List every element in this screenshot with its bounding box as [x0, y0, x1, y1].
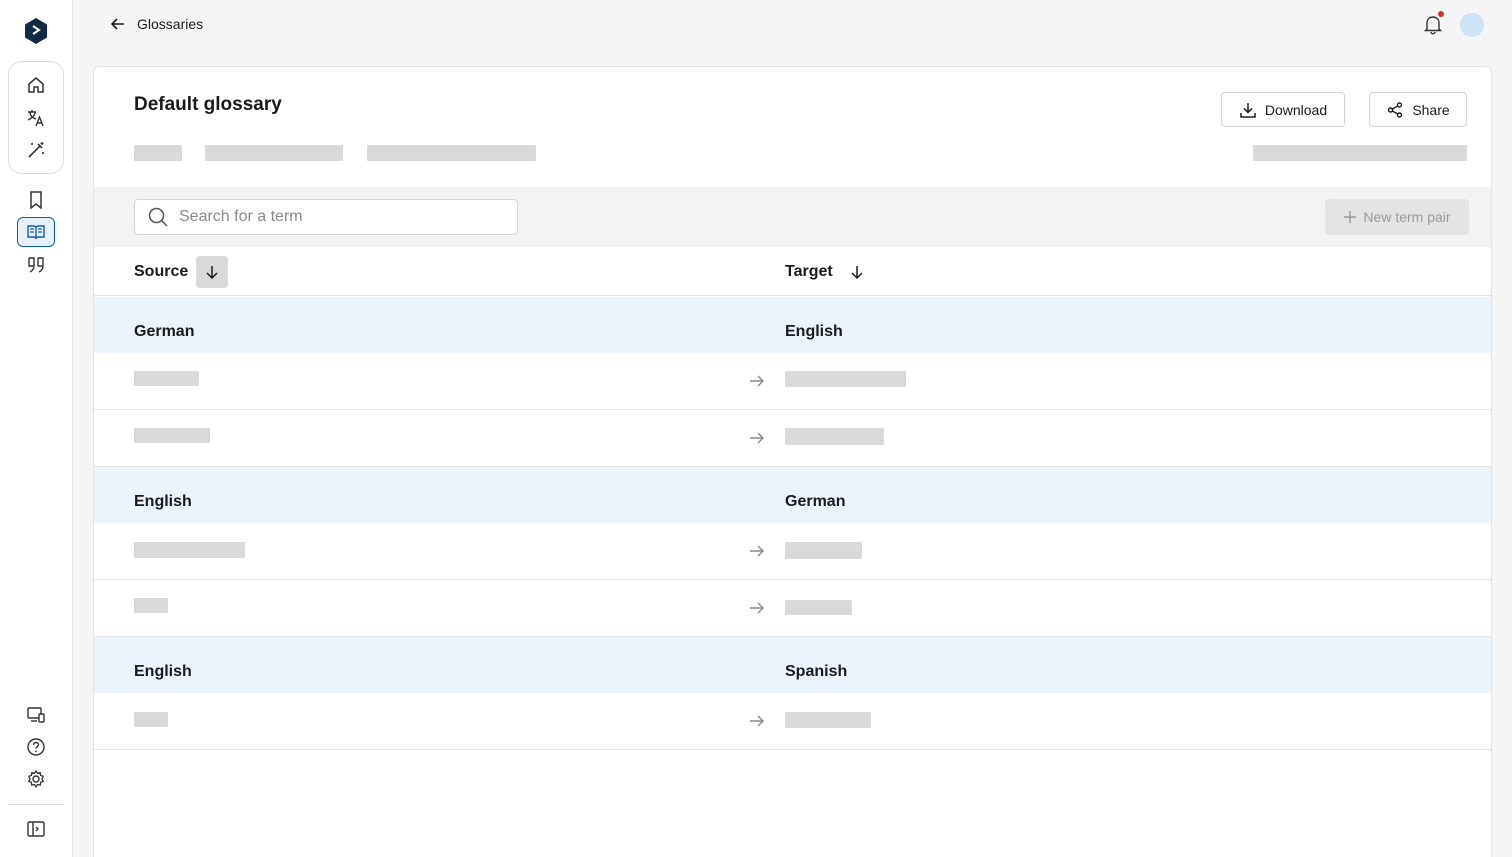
arrow-right-icon — [750, 375, 764, 387]
back-to-glossaries-button[interactable]: Glossaries — [109, 13, 203, 35]
target-language: Spanish — [785, 663, 848, 680]
source-column-header: Source — [134, 247, 229, 296]
arrow-down-icon — [851, 265, 863, 279]
meta-skeleton-1 — [134, 145, 182, 161]
logo-icon[interactable] — [22, 16, 50, 46]
sidebar-divider — [8, 804, 64, 805]
source-term-skeleton — [134, 542, 245, 558]
notifications-button[interactable] — [1422, 11, 1444, 35]
collapse-sidebar-icon — [27, 821, 45, 837]
search-input[interactable] — [179, 208, 499, 226]
table-row[interactable] — [94, 410, 1491, 467]
magic-wand-icon — [28, 142, 44, 158]
sidebar-item-glossary[interactable] — [17, 217, 55, 247]
table-row[interactable] — [94, 693, 1491, 750]
sidebar-item-write[interactable] — [17, 135, 55, 165]
page-title: Default glossary — [134, 94, 282, 115]
search-icon — [148, 207, 168, 227]
table-row[interactable] — [94, 353, 1491, 410]
new-term-label: New term pair — [1363, 209, 1451, 225]
target-language: English — [785, 323, 843, 340]
quote-icon — [28, 257, 44, 273]
source-term-skeleton — [134, 598, 168, 613]
source-language: English — [134, 663, 192, 680]
download-icon — [1240, 102, 1256, 118]
target-term-skeleton — [785, 542, 862, 559]
sidebar-item-quotes[interactable] — [17, 250, 55, 280]
target-term-skeleton — [785, 712, 871, 728]
share-label: Share — [1412, 101, 1450, 118]
sidebar-rail — [0, 0, 73, 857]
meta-skeleton-3 — [367, 145, 536, 161]
language-pair-row: English German — [94, 467, 1491, 523]
source-header-label: Source — [134, 262, 189, 280]
arrow-right-icon — [750, 545, 764, 557]
target-term-skeleton — [785, 428, 884, 445]
sidebar-item-home[interactable] — [17, 70, 55, 100]
target-language: German — [785, 493, 846, 510]
table-header: Source Target — [94, 247, 1491, 296]
source-sort-button[interactable] — [196, 255, 229, 288]
top-bar: Glossaries — [73, 0, 1512, 50]
sidebar-item-saved[interactable] — [17, 185, 55, 215]
avatar[interactable] — [1460, 13, 1484, 37]
glossary-card: Default glossary Download Share New term… — [93, 66, 1492, 857]
back-arrow-icon — [110, 18, 124, 30]
target-column-header: Target — [785, 247, 873, 296]
target-term-skeleton — [785, 600, 852, 615]
arrow-right-icon — [750, 602, 764, 614]
glossary-toolbar: New term pair — [94, 187, 1491, 247]
arrow-right-icon — [750, 432, 764, 444]
source-term-skeleton — [134, 371, 199, 386]
sidebar-item-translate[interactable] — [17, 103, 55, 133]
glossary-book-icon — [27, 225, 45, 240]
back-label: Glossaries — [137, 16, 204, 32]
arrow-down-icon — [206, 265, 218, 279]
target-sort-button[interactable] — [841, 256, 873, 288]
arrow-right-icon — [750, 715, 764, 727]
language-pair-row: English Spanish — [94, 637, 1491, 693]
settings-icon — [27, 769, 45, 788]
source-language: German — [134, 323, 195, 340]
collapse-sidebar-button[interactable] — [17, 814, 55, 844]
table-row[interactable] — [94, 580, 1491, 637]
source-term-skeleton — [134, 428, 210, 443]
target-header-label: Target — [785, 262, 833, 280]
sidebar-item-settings[interactable] — [17, 764, 55, 794]
notification-badge — [1438, 11, 1444, 17]
download-label: Download — [1264, 101, 1328, 118]
meta-skeleton-4 — [1253, 145, 1467, 161]
new-term-pair-button[interactable]: New term pair — [1325, 199, 1469, 235]
home-icon — [28, 77, 44, 93]
share-button[interactable]: Share — [1369, 92, 1467, 127]
table-row[interactable] — [94, 523, 1491, 580]
share-icon — [1388, 101, 1403, 118]
language-pair-row: German English — [94, 297, 1491, 353]
target-term-skeleton — [785, 371, 906, 387]
source-language: English — [134, 493, 192, 510]
translate-icon — [27, 110, 44, 127]
download-button[interactable]: Download — [1221, 92, 1345, 127]
sidebar-item-devices[interactable] — [17, 700, 55, 730]
plus-icon — [1344, 211, 1357, 223]
sidebar-item-help[interactable] — [17, 732, 55, 762]
meta-skeleton-2 — [205, 145, 343, 161]
help-icon — [27, 738, 45, 756]
source-term-skeleton — [134, 712, 168, 727]
search-field[interactable] — [134, 199, 518, 235]
device-icon — [27, 707, 45, 723]
bookmark-icon — [30, 191, 42, 210]
